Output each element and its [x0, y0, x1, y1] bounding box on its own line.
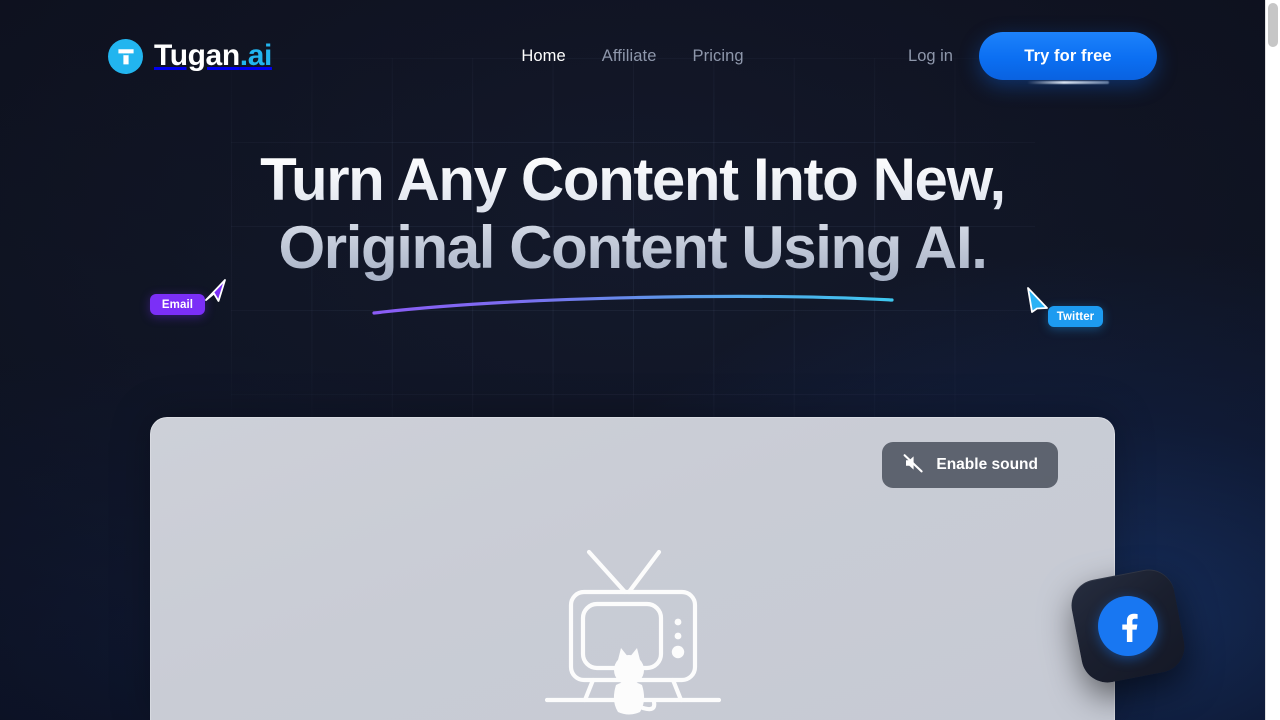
brand-name-suffix: .ai: [239, 39, 273, 72]
speaker-muted-icon: [902, 453, 924, 478]
brand-name: Tugan.ai: [154, 41, 272, 71]
page-scrollbar[interactable]: [1265, 0, 1280, 720]
video-player-card[interactable]: Enable sound: [150, 417, 1115, 720]
cursor-arrow-icon: [1027, 287, 1048, 313]
facebook-icon: [1098, 596, 1158, 656]
try-for-free-wrapper: Try for free: [979, 32, 1157, 84]
brand-logo-link[interactable]: Tugan.ai: [108, 38, 272, 74]
login-link[interactable]: Log in: [908, 47, 953, 66]
site-header: Tugan.ai Home Affiliate Pricing Log in T…: [0, 0, 1265, 112]
badge-twitter[interactable]: Twitter: [1048, 306, 1103, 327]
brand-name-main: Tugan: [154, 39, 240, 72]
retro-tv-with-cat-icon: [544, 549, 721, 715]
nav-item-affiliate[interactable]: Affiliate: [602, 47, 657, 66]
enable-sound-button[interactable]: Enable sound: [882, 442, 1058, 488]
cursor-arrow-icon: [205, 279, 226, 302]
scrollbar-thumb[interactable]: [1268, 3, 1278, 47]
header-actions: Log in Try for free: [908, 32, 1157, 84]
nav-item-home[interactable]: Home: [521, 47, 565, 66]
try-for-free-button[interactable]: Try for free: [979, 32, 1157, 80]
hero-section: Turn Any Content Into New, Original Cont…: [0, 146, 1265, 282]
enable-sound-label: Enable sound: [936, 456, 1038, 473]
page-title: Turn Any Content Into New, Original Cont…: [0, 146, 1265, 282]
floating-facebook-card[interactable]: [1067, 565, 1189, 687]
cta-underline-glow: [1027, 81, 1109, 84]
badge-email[interactable]: Email: [150, 294, 205, 315]
tugan-t-logo-icon: [108, 38, 143, 74]
page-root: Tugan.ai Home Affiliate Pricing Log in T…: [0, 0, 1280, 720]
nav-item-pricing[interactable]: Pricing: [693, 47, 744, 66]
